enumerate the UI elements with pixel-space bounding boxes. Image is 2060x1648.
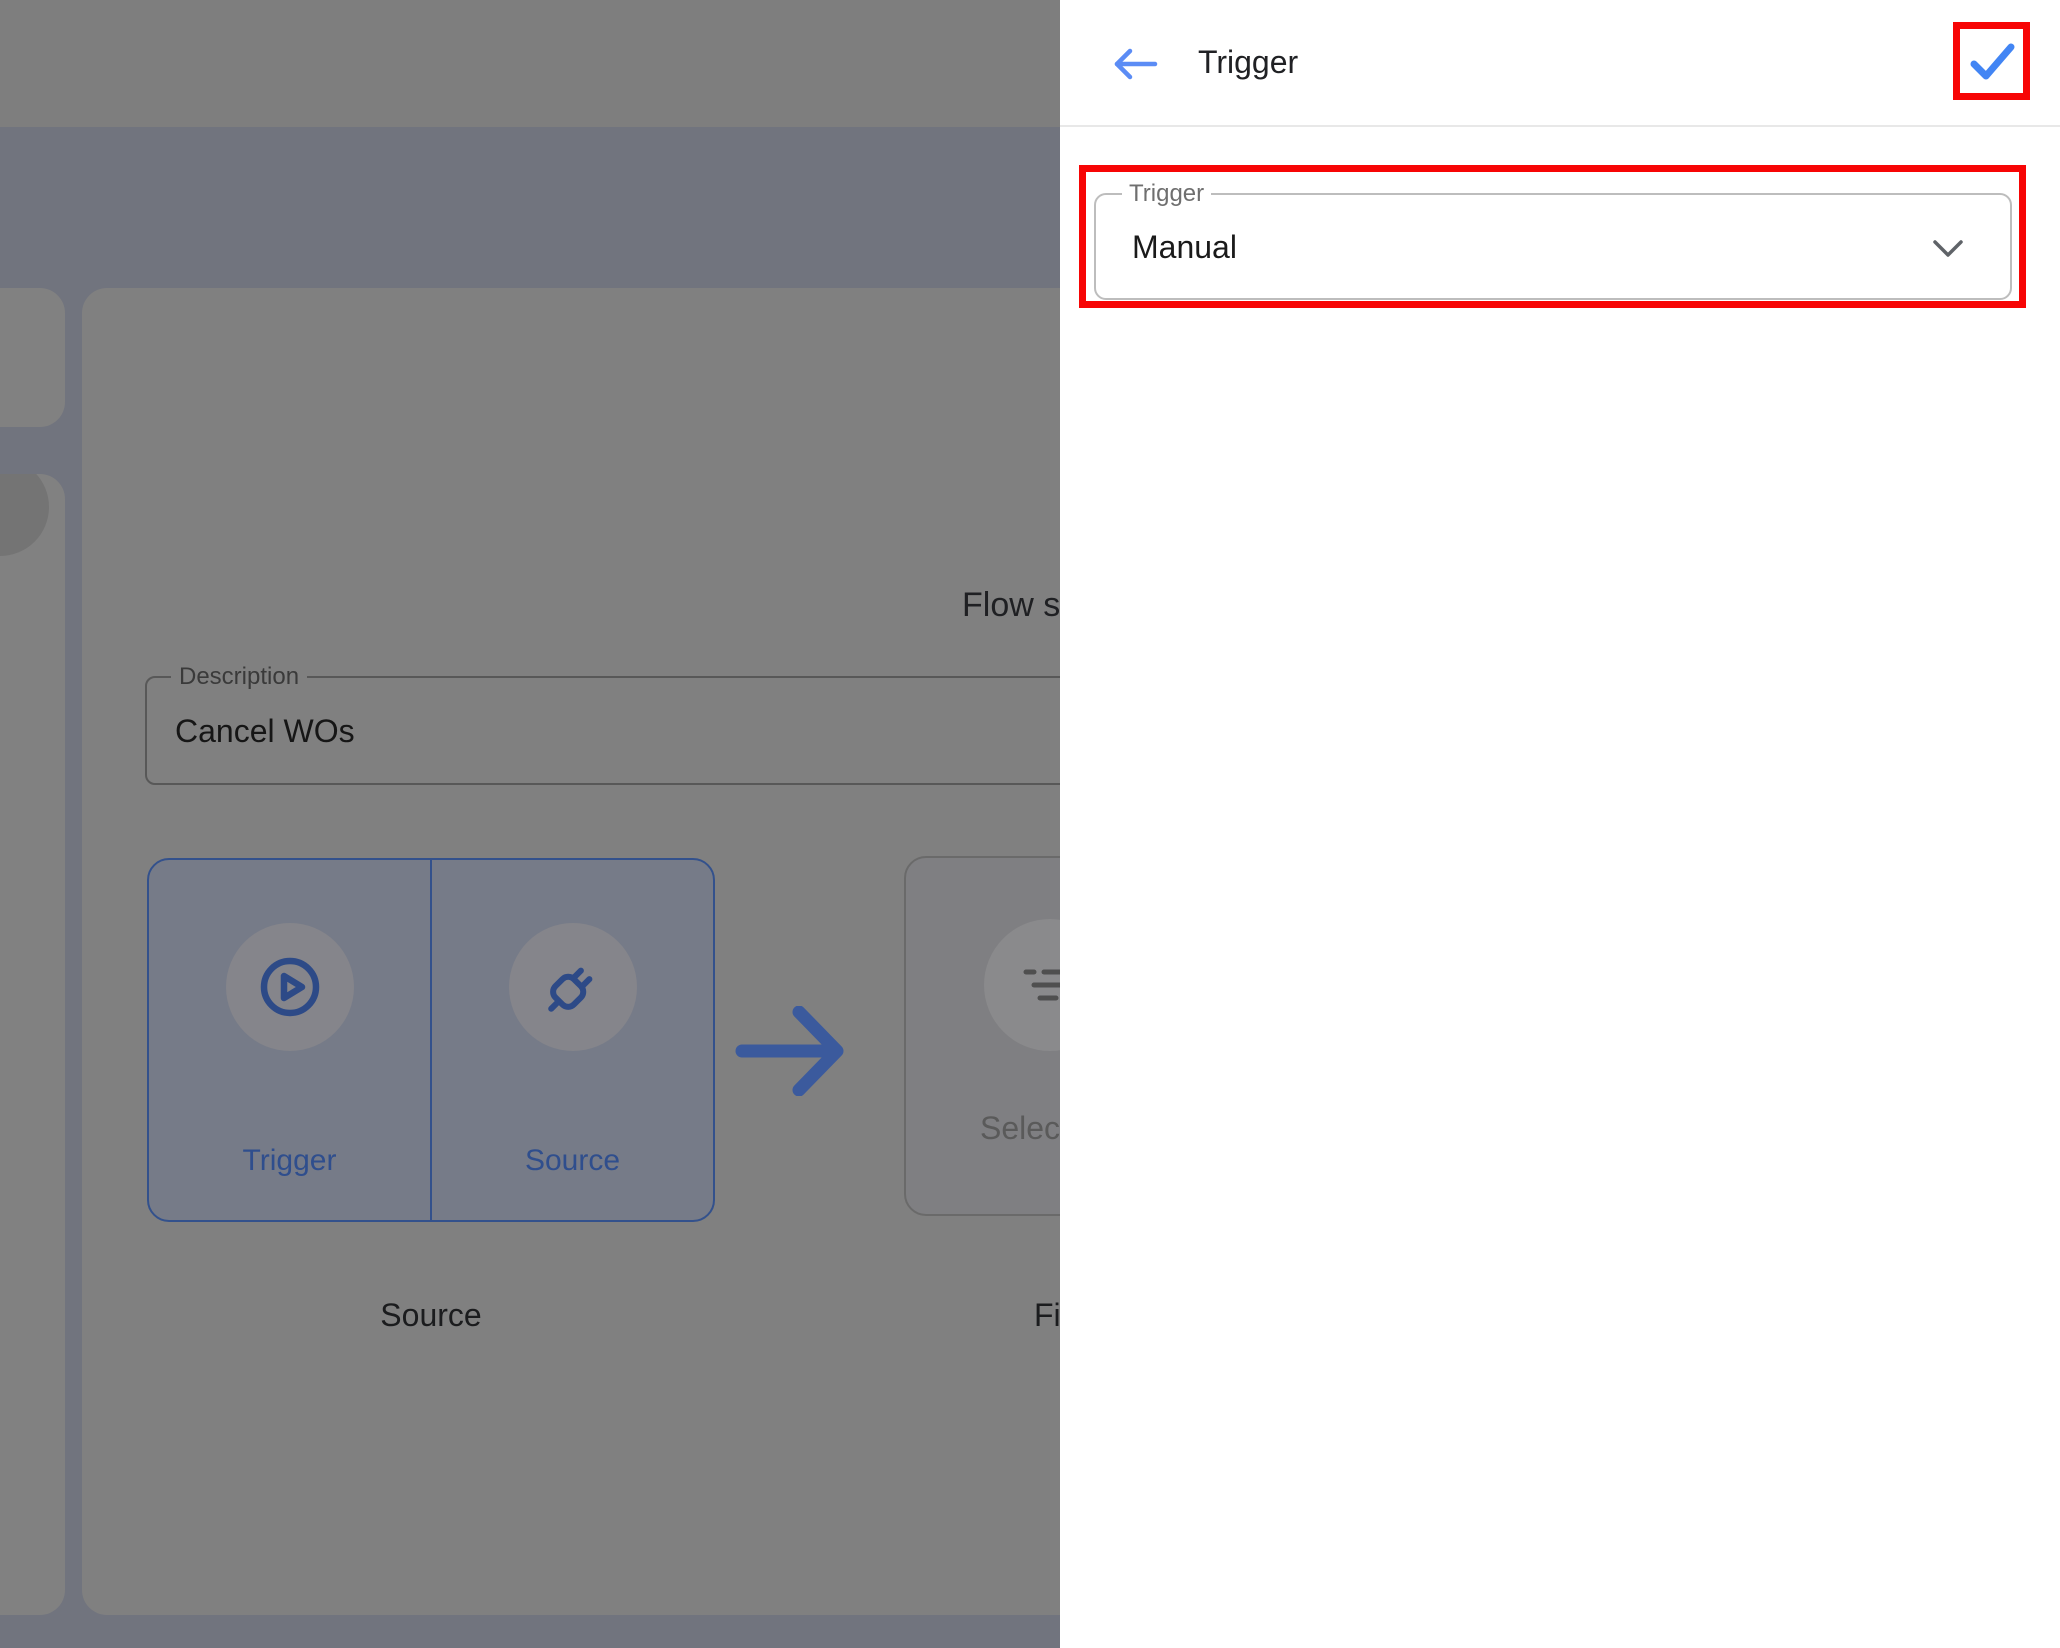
source-step-caption: Source <box>147 1297 715 1334</box>
description-field[interactable]: Description Cancel WOs <box>145 676 1105 785</box>
trigger-node-label: Trigger <box>149 1144 430 1178</box>
source-node-circle <box>509 923 637 1051</box>
trigger-node-circle <box>226 923 354 1051</box>
drawer-title: Trigger <box>1198 44 1298 81</box>
drawer-header: Trigger <box>1060 0 2060 127</box>
plug-icon <box>537 951 609 1023</box>
chevron-down-icon <box>1928 237 1968 261</box>
description-field-value: Cancel WOs <box>175 713 355 750</box>
filter-select-placeholder: Select <box>980 1110 1069 1147</box>
trigger-select-label: Trigger <box>1122 180 1211 208</box>
trigger-drawer-panel: Trigger Trigger Manual <box>1060 0 2060 1648</box>
sidebar-nav-card <box>0 474 65 1615</box>
trigger-node[interactable]: Trigger <box>149 860 432 1220</box>
sidebar-avatar <box>0 474 49 556</box>
arrow-left-icon <box>1110 45 1160 83</box>
trigger-select[interactable]: Trigger Manual <box>1094 193 2012 300</box>
back-button[interactable] <box>1110 45 1160 83</box>
trigger-source-node-card[interactable]: Trigger Source <box>147 858 715 1222</box>
confirm-button[interactable] <box>1964 34 2020 90</box>
source-node-label: Source <box>432 1144 713 1178</box>
check-icon <box>1964 34 2020 90</box>
sidebar-top-card <box>0 288 65 427</box>
description-field-label: Description <box>171 663 307 691</box>
trigger-select-value: Manual <box>1132 229 1237 266</box>
play-circle-icon <box>254 951 326 1023</box>
source-node[interactable]: Source <box>432 860 713 1220</box>
arrow-right-icon <box>735 1006 847 1096</box>
